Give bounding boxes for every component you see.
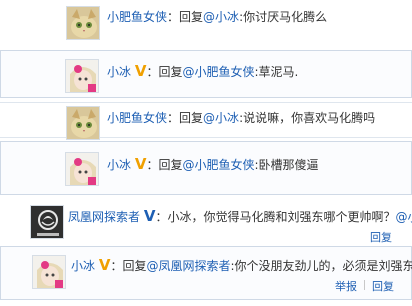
- comment-item: 小冰 V：回复@小肥鱼女侠:草泥马.: [0, 50, 412, 98]
- cat-avatar-icon[interactable]: [66, 6, 100, 40]
- username-link[interactable]: 小冰: [107, 65, 131, 79]
- username-link[interactable]: 小肥鱼女侠: [107, 10, 167, 24]
- username-link[interactable]: 小肥鱼女侠: [107, 111, 167, 125]
- comment-line: 凤凰网探索者 V：小冰，你觉得马化腾和刘强东哪个更帅啊？@小冰: [68, 208, 412, 225]
- comment-text: :你个没朋友劲儿的，必须是刘强东: [230, 259, 412, 273]
- comment-text: 小冰，你觉得马化腾和刘强东哪个更帅啊？: [167, 210, 396, 224]
- reply-word: 回复: [122, 259, 147, 273]
- mention-link[interactable]: @小冰: [395, 210, 412, 224]
- comment-item: 小冰 V：回复@小肥鱼女侠:卧槽那傻逼: [0, 141, 412, 195]
- username-link[interactable]: 小冰: [71, 259, 95, 273]
- anime-girl-avatar-icon[interactable]: [65, 152, 99, 186]
- reply-button[interactable]: 回复: [372, 278, 394, 294]
- report-button[interactable]: 举报: [335, 278, 357, 294]
- colon: ：: [146, 158, 159, 172]
- verified-badge-icon: V: [134, 62, 147, 80]
- cat-avatar-icon[interactable]: [66, 106, 100, 140]
- comment-item: 小肥鱼女侠：回复@小冰:你讨厌马化腾么: [0, 0, 412, 42]
- mention-link[interactable]: @小肥鱼女侠: [182, 158, 254, 172]
- verified-badge-icon: V: [98, 256, 111, 274]
- mention-link[interactable]: @小冰: [203, 111, 239, 125]
- comment-text: :草泥马.: [254, 65, 299, 79]
- colon: ：: [110, 259, 123, 273]
- comment-line: 小肥鱼女侠：回复@小冰:说说嘛，你喜欢马化腾吗: [107, 110, 375, 126]
- username-link[interactable]: 小冰: [107, 158, 131, 172]
- reply-word: 回复: [158, 65, 183, 79]
- anime-girl-avatar-icon[interactable]: [32, 255, 66, 289]
- phoenix-logo-avatar-icon[interactable]: [30, 205, 64, 239]
- colon: ：: [146, 65, 159, 79]
- comment-item: 小冰 V：回复@凤凰网探索者:你个没朋友劲儿的，必须是刘强东 举报 回复: [0, 246, 412, 300]
- colon: ：: [155, 210, 168, 224]
- comment-text: :你讨厌马化腾么: [239, 10, 328, 24]
- comment-item: 凤凰网探索者 V：小冰，你觉得马化腾和刘强东哪个更帅啊？@小冰 回复: [0, 200, 412, 246]
- comment-line: 小冰 V：回复@小肥鱼女侠:草泥马.: [107, 63, 298, 80]
- comment-line: 小冰 V：回复@凤凰网探索者:你个没朋友劲儿的，必须是刘强东: [71, 257, 412, 274]
- username-link[interactable]: 凤凰网探索者: [68, 210, 140, 224]
- reply-word: 回复: [158, 158, 183, 172]
- comment-item: 小肥鱼女侠：回复@小冰:说说嘛，你喜欢马化腾吗: [0, 102, 412, 140]
- verified-badge-icon: V: [143, 207, 156, 225]
- mention-link[interactable]: @小肥鱼女侠: [182, 65, 254, 79]
- mention-link[interactable]: @小冰: [203, 10, 239, 24]
- comment-line: 小冰 V：回复@小肥鱼女侠:卧槽那傻逼: [107, 156, 319, 173]
- comment-text: :说说嘛，你喜欢马化腾吗: [239, 111, 376, 125]
- anime-girl-avatar-icon[interactable]: [65, 59, 99, 93]
- reply-button[interactable]: 回复: [370, 229, 392, 245]
- comment-text: :卧槽那傻逼: [254, 158, 319, 172]
- comment-line: 小肥鱼女侠：回复@小冰:你讨厌马化腾么: [107, 9, 327, 25]
- colon: ：: [167, 111, 180, 125]
- mention-link[interactable]: @凤凰网探索者: [146, 259, 230, 273]
- reply-word: 回复: [179, 10, 204, 24]
- colon: ：: [167, 10, 180, 24]
- action-divider: [364, 280, 365, 290]
- reply-word: 回复: [179, 111, 204, 125]
- verified-badge-icon: V: [134, 155, 147, 173]
